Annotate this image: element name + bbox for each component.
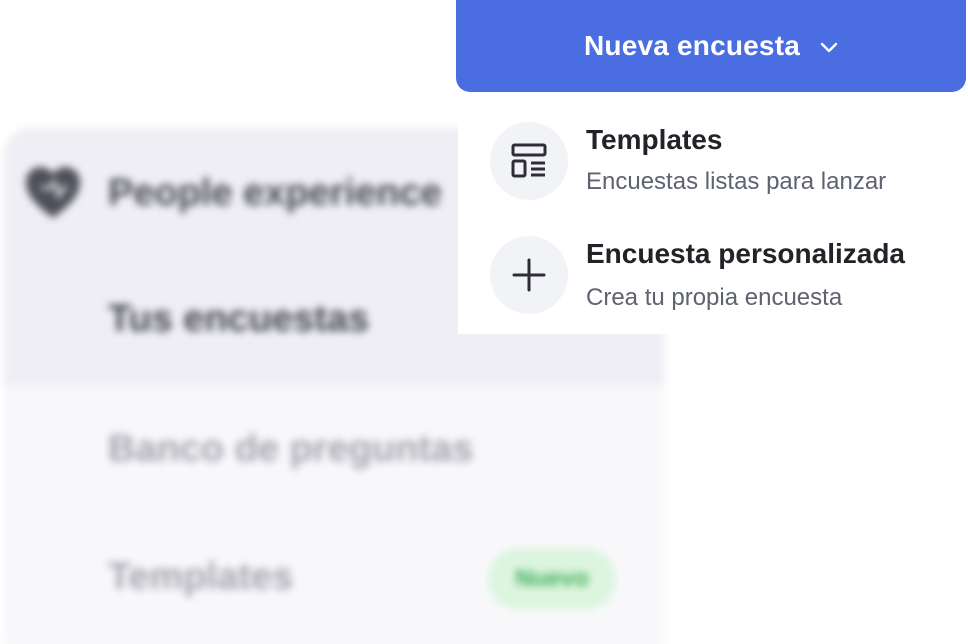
screen: People experience Tus encuestas Banco de… [0,0,968,644]
plus-icon [490,236,568,314]
sidebar-section-title: People experience [108,171,442,214]
sidebar-item-banco-de-preguntas[interactable]: Banco de preguntas [108,428,473,471]
sidebar-item-tus-encuestas[interactable]: Tus encuestas [108,298,369,341]
menu-item-title: Templates [586,124,723,155]
new-badge: Nuevo [488,548,616,610]
sidebar-section-people-experience[interactable]: People experience [24,166,442,220]
template-layout-icon [490,122,568,200]
menu-item-templates[interactable]: Templates Encuestas listas para lanzar [458,106,968,216]
menu-item-subtitle: Crea tu propia encuesta [586,284,843,311]
sidebar-item-templates[interactable]: Templates [108,556,293,599]
new-survey-dropdown: Templates Encuestas listas para lanzar E… [458,106,968,334]
heart-icon [26,167,80,218]
menu-item-subtitle: Encuestas listas para lanzar [586,168,887,195]
chevron-down-icon [820,42,838,53]
menu-item-custom-survey[interactable]: Encuesta personalizada Crea tu propia en… [458,222,968,332]
menu-item-title: Encuesta personalizada [586,238,906,269]
new-survey-button[interactable]: Nueva encuesta [456,0,966,92]
new-survey-button-label: Nueva encuesta [583,30,800,61]
